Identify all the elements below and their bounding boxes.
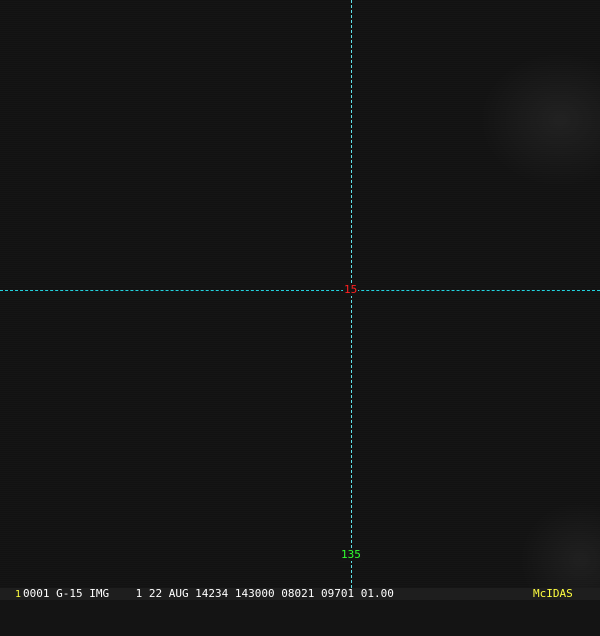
latitude-line <box>0 290 600 291</box>
image-info: 0001 G-15 IMG 1 22 AUG 14234 143000 0802… <box>23 587 394 600</box>
status-bar: 1 0001 G-15 IMG 1 22 AUG 14234 143000 08… <box>0 588 600 600</box>
satellite-image <box>0 0 600 588</box>
frame-number: 1 <box>15 589 22 600</box>
latitude-label: 15 <box>343 283 359 296</box>
mcidas-label: McIDAS <box>533 587 573 600</box>
longitude-label: 135 <box>340 548 362 561</box>
